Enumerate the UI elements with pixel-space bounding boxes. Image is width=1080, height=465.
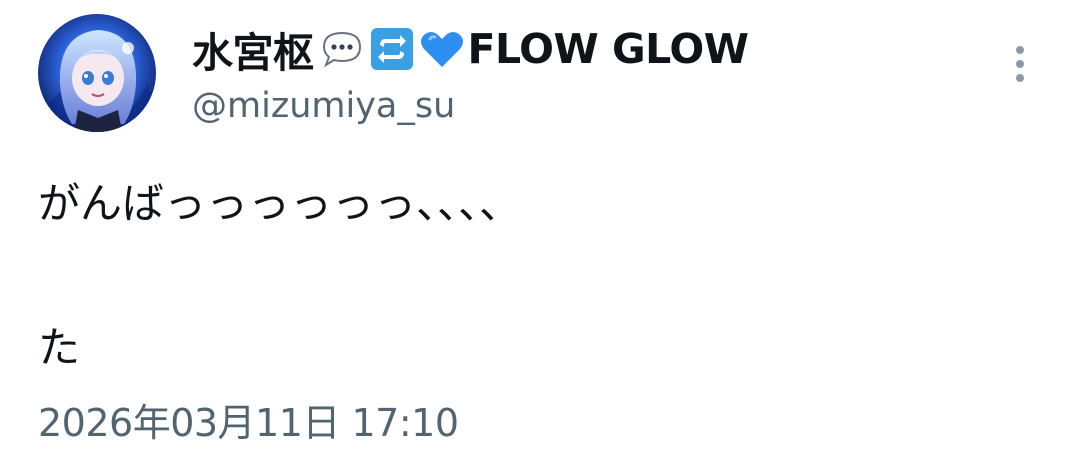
more-options-button[interactable] xyxy=(1000,38,1040,90)
avatar[interactable] xyxy=(38,14,156,132)
display-name-emojis xyxy=(318,25,466,73)
repeat-arrows-icon xyxy=(368,25,416,73)
tweet-card: 水宮枢 FLOW GLOW @mizumiya_su がんばっっっっっっ、、、、… xyxy=(0,0,1080,465)
more-dot-icon xyxy=(1016,46,1024,54)
more-dot-icon xyxy=(1016,60,1024,68)
display-name-text: 水宮枢 xyxy=(192,29,314,77)
author-header: 水宮枢 FLOW GLOW @mizumiya_su xyxy=(192,18,749,126)
tweet-timestamp[interactable]: 2026年03月11日 17:10 xyxy=(38,392,459,447)
tweet-text: がんばっっっっっっ、、、、 た xyxy=(38,179,522,372)
more-dot-icon xyxy=(1016,74,1024,82)
speech-balloon-icon xyxy=(318,25,366,73)
author-handle[interactable]: @mizumiya_su xyxy=(192,86,748,126)
display-name[interactable]: 水宮枢 FLOW GLOW xyxy=(192,18,749,80)
display-name-suffix: FLOW GLOW xyxy=(467,25,749,73)
blue-heart-icon xyxy=(418,25,466,73)
